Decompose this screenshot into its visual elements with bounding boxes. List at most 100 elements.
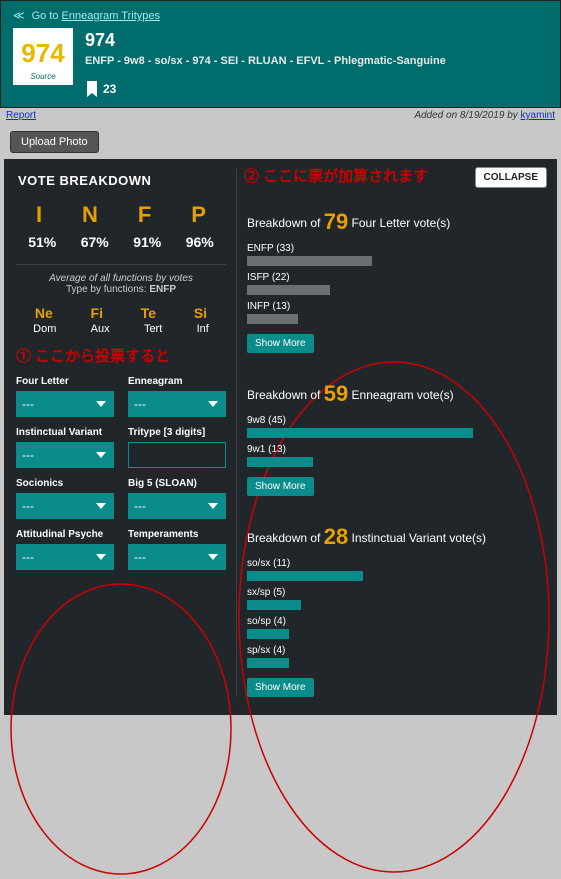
pos-3: Inf: [197, 323, 209, 335]
avatar[interactable]: 974 Source: [13, 28, 73, 85]
bar-fill: [247, 571, 363, 581]
bar-fill: [247, 285, 330, 295]
four-letter-select[interactable]: ---: [16, 391, 114, 417]
upload-photo-button[interactable]: Upload Photo: [10, 131, 99, 153]
breadcrumb-link[interactable]: Enneagram Tritypes: [62, 10, 160, 22]
vote-right-column: Breakdown of 79 Four Letter vote(s) ENFP…: [236, 169, 545, 697]
profile-header: ≪ Go to Enneagram Tritypes 974 Source 97…: [0, 0, 561, 108]
bd-en-prefix: Breakdown of: [247, 388, 324, 402]
pct-3: 96%: [186, 234, 214, 250]
annotation-1: ① ここから投票すると: [16, 345, 226, 366]
bar-fill: [247, 600, 301, 610]
enneagram-label: Enneagram: [128, 376, 226, 387]
added-prefix: Added on: [414, 110, 460, 121]
show-more-fourletter[interactable]: Show More: [247, 334, 314, 353]
page-title: 974: [85, 30, 548, 51]
instinct-select[interactable]: ---: [16, 442, 114, 468]
bd-fl-prefix: Breakdown of: [247, 216, 324, 230]
show-more-instinct[interactable]: Show More: [247, 678, 314, 697]
big5-label: Big 5 (SLOAN): [128, 478, 226, 489]
bookmark-icon[interactable]: [85, 81, 99, 97]
bar-label: 9w8 (45): [247, 415, 545, 426]
bar-row: so/sp (4): [247, 616, 545, 639]
tritype-label: Tritype [3 digits]: [128, 427, 226, 438]
go-to-prefix: Go to: [32, 10, 62, 22]
att-psyche-select[interactable]: ---: [16, 544, 114, 570]
bar-label: 9w1 (13): [247, 444, 545, 455]
avg-functions-label: Average of all functions by votes: [16, 273, 226, 284]
temperaments-label: Temperaments: [128, 529, 226, 540]
back-arrows: ≪: [13, 10, 25, 22]
letter-1: N: [82, 202, 98, 228]
breakdown-fourletter: Breakdown of 79 Four Letter vote(s) ENFP…: [247, 209, 545, 353]
bar-fill: [247, 314, 298, 324]
bar-row: ISFP (22): [247, 272, 545, 295]
bar-fill: [247, 658, 289, 668]
vote-left-column: VOTE BREAKDOWN I N F P 51% 67% 91% 96% A…: [16, 169, 226, 697]
bar-label: sp/sx (4): [247, 645, 545, 656]
pos-2: Tert: [144, 323, 162, 335]
bd-en-suffix: Enneagram vote(s): [352, 388, 454, 402]
bar-label: INFP (13): [247, 301, 545, 312]
bar-fill: [247, 256, 372, 266]
func-1: Fi: [91, 305, 103, 321]
bar-row: 9w1 (13): [247, 444, 545, 467]
bar-row: sp/sx (4): [247, 645, 545, 668]
letter-3: P: [191, 202, 206, 228]
bar-row: sx/sp (5): [247, 587, 545, 610]
bd-iv-suffix: Instinctual Variant vote(s): [352, 531, 487, 545]
report-link[interactable]: Report: [6, 110, 36, 121]
bd-iv-prefix: Breakdown of: [247, 531, 324, 545]
pos-0: Dom: [33, 323, 56, 335]
user-link[interactable]: kyamint: [521, 110, 555, 121]
bar-label: ISFP (22): [247, 272, 545, 283]
big5-select[interactable]: ---: [128, 493, 226, 519]
percent-row: 51% 67% 91% 96%: [16, 234, 226, 250]
pct-0: 51%: [28, 234, 56, 250]
four-letter-label: Four Letter: [16, 376, 114, 387]
tritype-input[interactable]: [128, 442, 226, 468]
bar-row: ENFP (33): [247, 243, 545, 266]
pos-1: Aux: [91, 323, 110, 335]
func-2: Te: [141, 305, 156, 321]
bar-label: so/sx (11): [247, 558, 545, 569]
instinct-label: Instinctual Variant: [16, 427, 114, 438]
bd-en-count: 59: [324, 381, 348, 406]
added-date: 8/19/2019: [460, 110, 505, 121]
bar-label: sx/sp (5): [247, 587, 545, 598]
avatar-number: 974: [21, 32, 64, 72]
breakdown-instinct: Breakdown of 28 Instinctual Variant vote…: [247, 524, 545, 697]
bookmark-count: 23: [103, 82, 116, 96]
att-psyche-label: Attitudinal Psyche: [16, 529, 114, 540]
bd-fl-suffix: Four Letter vote(s): [352, 216, 451, 230]
bar-label: so/sp (4): [247, 616, 545, 627]
func-0: Ne: [35, 305, 53, 321]
enneagram-select[interactable]: ---: [128, 391, 226, 417]
temperaments-select[interactable]: ---: [128, 544, 226, 570]
breakdown-enneagram: Breakdown of 59 Enneagram vote(s) 9w8 (4…: [247, 381, 545, 496]
socionics-label: Socionics: [16, 478, 114, 489]
type-by-functions: Type by functions: ENFP: [16, 284, 226, 295]
show-more-enneagram[interactable]: Show More: [247, 477, 314, 496]
divider: [16, 264, 226, 265]
vote-breakdown-title: VOTE BREAKDOWN: [18, 173, 226, 188]
letter-2: F: [138, 202, 151, 228]
letters-row: I N F P: [16, 202, 226, 228]
bd-fl-count: 79: [324, 209, 348, 234]
avatar-source-label: Source: [30, 72, 55, 83]
letter-0: I: [36, 202, 42, 228]
bd-iv-count: 28: [324, 524, 348, 549]
page-subtitle: ENFP - 9w8 - so/sx - 974 - SEI - RLUAN -…: [85, 55, 548, 67]
functions-row: Ne Fi Te Si: [16, 305, 226, 321]
meta-row: Report Added on 8/19/2019 by kyamint: [0, 108, 561, 125]
by-label: by: [504, 110, 520, 121]
bar-row: 9w8 (45): [247, 415, 545, 438]
pct-1: 67%: [81, 234, 109, 250]
bar-label: ENFP (33): [247, 243, 545, 254]
pct-2: 91%: [133, 234, 161, 250]
positions-row: Dom Aux Tert Inf: [16, 323, 226, 335]
bar-fill: [247, 457, 313, 467]
bar-fill: [247, 428, 473, 438]
socionics-select[interactable]: ---: [16, 493, 114, 519]
bar-row: so/sx (11): [247, 558, 545, 581]
